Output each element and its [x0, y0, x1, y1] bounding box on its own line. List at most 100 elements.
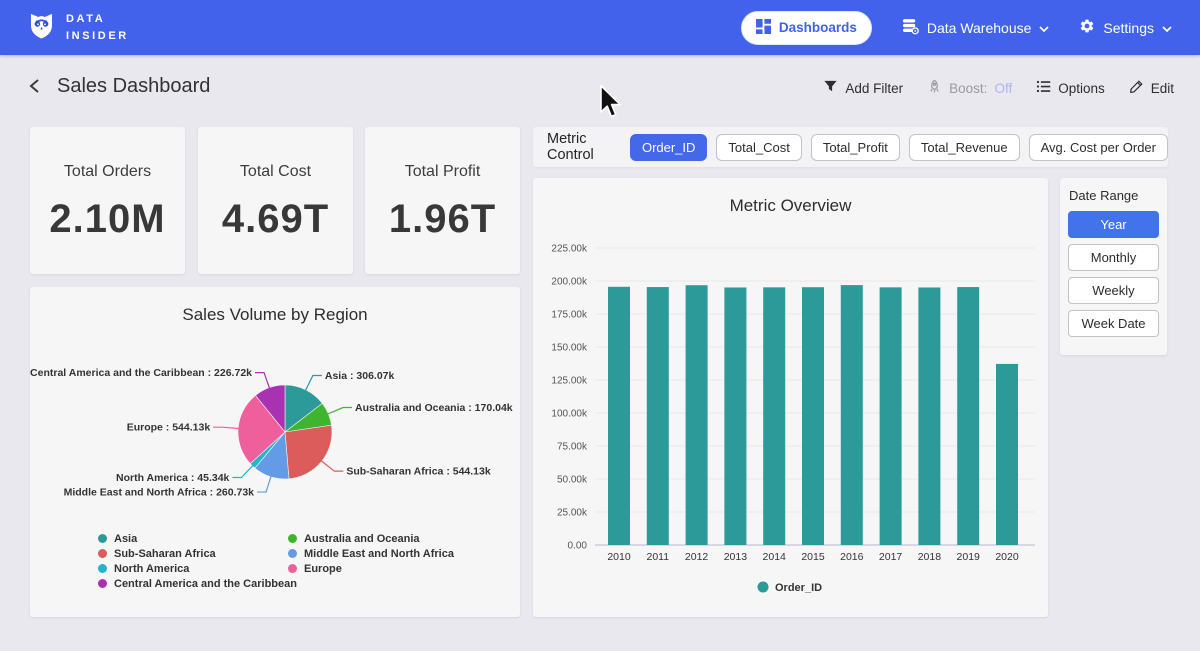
pie-label-line — [321, 461, 343, 472]
x-axis-tick-label: 2018 — [918, 551, 942, 563]
pencil-icon — [1129, 79, 1144, 97]
legend-label: Australia and Oceania — [304, 533, 420, 545]
metric-buttons: Order_ID Total_Cost Total_Profit Total_Reve… — [630, 134, 1168, 161]
options-button[interactable]: Options — [1036, 79, 1105, 97]
pie-slice-label: Australia and Oceania : 170.04k — [355, 402, 513, 414]
x-axis-tick-label: 2020 — [995, 551, 1019, 563]
legend-dot — [98, 564, 107, 573]
pie-slice-label: North America : 45.34k — [116, 472, 230, 484]
legend-item-middle-east-and-north-africa[interactable]: Middle East and North Africa — [288, 546, 454, 561]
metric-button-total-profit[interactable]: Total_Profit — [811, 134, 900, 161]
bar-legend-label[interactable]: Order_ID — [775, 582, 822, 594]
bar-2018[interactable] — [918, 287, 940, 545]
x-axis-tick-label: 2013 — [724, 551, 748, 563]
metric-control-strip: Metric Control Order_ID Total_Cost Total_P… — [533, 127, 1168, 167]
rocket-icon — [927, 79, 942, 97]
legend-dot — [288, 564, 297, 573]
bar-2015[interactable] — [802, 287, 824, 545]
kpi-value: 1.96T — [365, 197, 520, 242]
y-axis-tick-label: 225.00k — [551, 244, 588, 255]
kpi-label: Total Cost — [198, 163, 353, 181]
page-header: Sales Dashboard Add Filter Boost: Off — [0, 55, 1200, 117]
pie-chart-card: Sales Volume by Region Asia : 306.07kAus… — [30, 287, 520, 617]
bar-chart[interactable]: 0.0025.00k50.00k75.00k100.00k125.00k150.… — [533, 178, 1048, 617]
legend-item-australia-and-oceania[interactable]: Australia and Oceania — [288, 531, 454, 546]
legend-label: North America — [114, 563, 189, 575]
legend-dot — [98, 549, 107, 558]
dashboard-grid-icon — [756, 19, 771, 37]
pie-label-line — [232, 465, 253, 477]
boost-toggle[interactable]: Boost: Off — [927, 79, 1012, 97]
pie-label-line — [327, 408, 352, 415]
x-axis-tick-label: 2012 — [685, 551, 709, 563]
pie-label-line — [255, 373, 270, 389]
y-axis-tick-label: 100.00k — [551, 409, 588, 420]
bar-2020[interactable] — [996, 364, 1018, 545]
nav-dashboards-button[interactable]: Dashboards — [741, 11, 872, 45]
bar-2010[interactable] — [608, 287, 630, 545]
legend-item-sub-saharan-africa[interactable]: Sub-Saharan Africa — [98, 546, 297, 561]
metric-button-order-id[interactable]: Order_ID — [630, 134, 707, 161]
pie-slice-label: Asia : 306.07k — [325, 370, 395, 382]
bar-2014[interactable] — [763, 287, 785, 545]
metric-button-total-revenue[interactable]: Total_Revenue — [909, 134, 1020, 161]
nav-settings[interactable]: Settings — [1079, 18, 1172, 37]
date-range-panel: Date Range Year Monthly Weekly Week Date — [1060, 178, 1167, 355]
chevron-down-icon — [1162, 20, 1172, 36]
pie-slice-label: Middle East and North Africa : 260.73k — [64, 487, 255, 499]
edit-button[interactable]: Edit — [1129, 79, 1174, 97]
list-icon — [1036, 79, 1051, 97]
nav-right: Dashboards Data Warehouse — [741, 11, 1172, 45]
legend-item-asia[interactable]: Asia — [98, 531, 297, 546]
legend-item-europe[interactable]: Europe — [288, 561, 454, 576]
legend-label: Middle East and North Africa — [304, 548, 454, 560]
bar-2012[interactable] — [686, 285, 708, 545]
date-range-button-year[interactable]: Year — [1068, 211, 1159, 238]
x-axis-tick-label: 2016 — [840, 551, 864, 563]
date-range-label: Date Range — [1069, 188, 1167, 203]
kpi-card-total-profit: Total Profit 1.96T — [365, 127, 520, 274]
date-range-button-weekly[interactable]: Weekly — [1068, 277, 1159, 304]
y-axis-tick-label: 25.00k — [557, 508, 588, 519]
nav-settings-label: Settings — [1103, 20, 1154, 36]
legend-label: Central America and the Caribbean — [114, 578, 297, 590]
y-axis-tick-label: 125.00k — [551, 376, 588, 387]
bar-2016[interactable] — [841, 285, 863, 545]
date-range-button-monthly[interactable]: Monthly — [1068, 244, 1159, 271]
pie-slice-sub-saharan-africa[interactable] — [285, 425, 332, 479]
nav-data-warehouse-label: Data Warehouse — [927, 20, 1032, 36]
bar-2011[interactable] — [647, 287, 669, 545]
kpi-label: Total Profit — [365, 163, 520, 181]
top-navbar: DATA INSIDER Dashboards — [0, 0, 1200, 55]
legend-item-central-america-and-the-caribbean[interactable]: Central America and the Caribbean — [98, 576, 297, 591]
legend-item-north-america[interactable]: North America — [98, 561, 297, 576]
pie-label-line — [213, 427, 239, 428]
legend-dot — [288, 534, 297, 543]
pie-slice-label: Sub-Saharan Africa : 544.13k — [346, 466, 490, 478]
legend-dot — [288, 549, 297, 558]
bar-2013[interactable] — [724, 287, 746, 545]
y-axis-tick-label: 75.00k — [557, 442, 588, 453]
legend-label: Sub-Saharan Africa — [114, 548, 216, 560]
metric-button-total-cost[interactable]: Total_Cost — [716, 134, 801, 161]
y-axis-tick-label: 50.00k — [557, 475, 588, 486]
kpi-label: Total Orders — [30, 163, 185, 181]
add-filter-button[interactable]: Add Filter — [823, 79, 903, 97]
y-axis-tick-label: 0.00 — [568, 541, 588, 552]
brand[interactable]: DATA INSIDER — [28, 11, 129, 45]
metric-button-avg-cost-per-order[interactable]: Avg. Cost per Order — [1029, 134, 1168, 161]
bar-2019[interactable] — [957, 287, 979, 545]
pie-slice-label: Central America and the Caribbean : 226.… — [30, 367, 252, 379]
date-range-button-week-date[interactable]: Week Date — [1068, 310, 1159, 337]
metric-control-label: Metric Control — [547, 131, 613, 163]
back-button[interactable] — [26, 76, 48, 98]
bar-legend-dot[interactable] — [758, 582, 769, 593]
date-range-buttons: Year Monthly Weekly Week Date — [1060, 211, 1167, 337]
sales-dashboard-page: DATA INSIDER Dashboards — [0, 0, 1200, 651]
x-axis-tick-label: 2011 — [647, 551, 670, 563]
x-axis-tick-label: 2017 — [879, 551, 903, 563]
nav-data-warehouse[interactable]: Data Warehouse — [902, 18, 1050, 38]
legend-dot — [98, 534, 107, 543]
header-actions: Add Filter Boost: Off — [823, 79, 1174, 97]
bar-2017[interactable] — [880, 287, 902, 545]
